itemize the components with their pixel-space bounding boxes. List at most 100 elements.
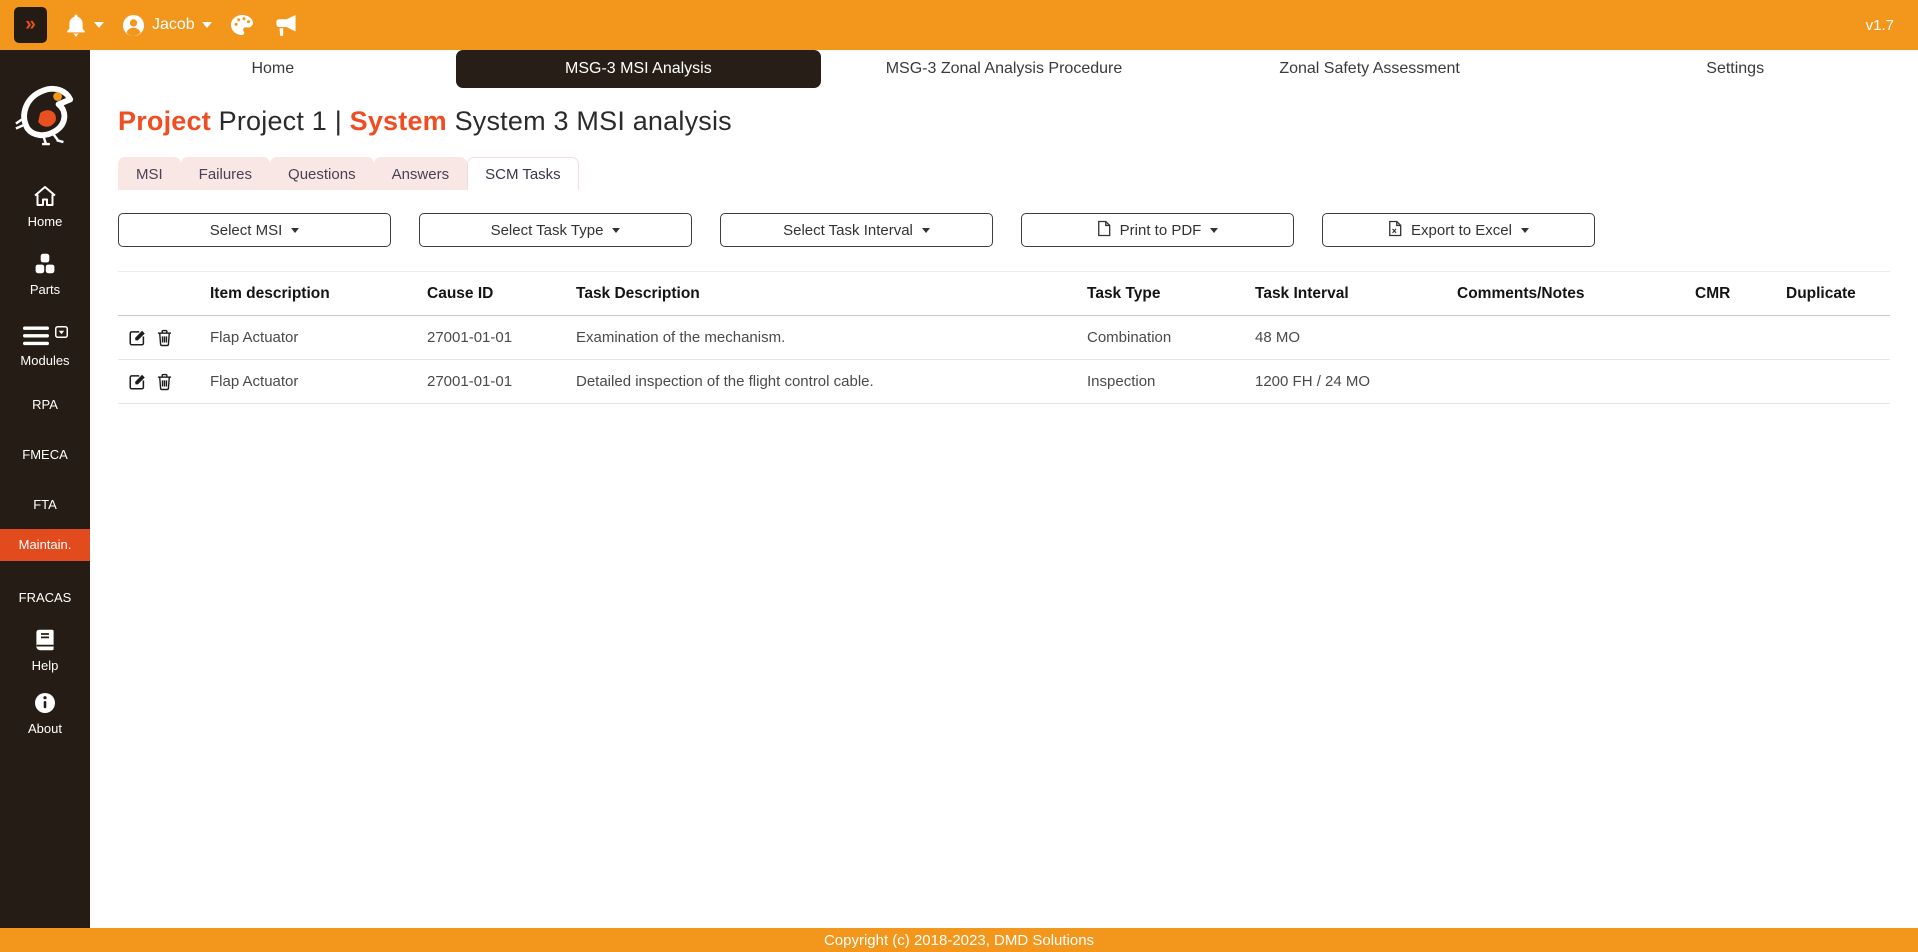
double-chevron-icon: » <box>25 14 36 36</box>
table-header-row: Item description Cause ID Task Descripti… <box>118 272 1890 316</box>
col-task-interval: Task Interval <box>1255 272 1457 316</box>
caret-down-icon <box>922 228 930 233</box>
button-label: Select MSI <box>210 222 283 239</box>
sidebar-item-modules[interactable]: Modules <box>0 326 90 368</box>
cell-cause-id: 27001-01-01 <box>427 316 576 360</box>
delete-row-button[interactable] <box>157 373 172 391</box>
pdf-file-icon <box>1097 220 1111 241</box>
tab-failures[interactable]: Failures <box>181 157 270 190</box>
user-circle-icon <box>122 14 145 37</box>
sidebar-item-label: FMECA <box>22 448 68 462</box>
top-navigation: Home MSG-3 MSI Analysis MSG-3 Zonal Anal… <box>90 50 1918 88</box>
sidebar-item-help[interactable]: Help <box>0 629 90 673</box>
cell-cmr <box>1695 316 1786 360</box>
col-duplicate: Duplicate <box>1786 272 1890 316</box>
sidebar-item-label: About <box>28 722 62 736</box>
cell-task-description: Examination of the mechanism. <box>576 316 1087 360</box>
cell-comments-notes <box>1457 316 1695 360</box>
col-cause-id: Cause ID <box>427 272 576 316</box>
sidebar-item-fta[interactable]: FTA <box>0 492 90 518</box>
project-label: Project <box>118 106 211 136</box>
cell-duplicate <box>1786 316 1890 360</box>
edit-row-button[interactable] <box>128 329 146 347</box>
caret-down-icon <box>1210 228 1218 233</box>
tab-scm-tasks[interactable]: SCM Tasks <box>467 157 579 190</box>
announcements-button[interactable] <box>272 14 298 37</box>
col-comments-notes: Comments/Notes <box>1457 272 1695 316</box>
bell-icon <box>65 13 87 38</box>
home-icon <box>33 185 57 210</box>
nav-tab-settings[interactable]: Settings <box>1552 50 1918 88</box>
bird-logo[interactable] <box>13 78 77 153</box>
sidebar: Home Parts Modules RPA FMECA FTA Maintai… <box>0 50 90 928</box>
sidebar-item-label: Modules <box>20 354 69 368</box>
tab-questions[interactable]: Questions <box>270 157 374 190</box>
sidebar-item-home[interactable]: Home <box>0 185 90 229</box>
cell-task-interval: 1200 FH / 24 MO <box>1255 360 1457 404</box>
sidebar-item-parts[interactable]: Parts <box>0 253 90 297</box>
col-task-type: Task Type <box>1087 272 1255 316</box>
sidebar-item-label: Home <box>28 215 63 229</box>
select-msi-dropdown[interactable]: Select MSI <box>118 213 391 247</box>
caret-down-icon <box>202 22 212 28</box>
actions-header <box>118 272 210 316</box>
sidebar-item-maintain-active[interactable]: Maintain. <box>0 529 90 561</box>
sidebar-item-fracas[interactable]: FRACAS <box>0 585 90 611</box>
tab-msi[interactable]: MSI <box>118 157 181 190</box>
cell-cmr <box>1695 360 1786 404</box>
parts-icon <box>33 253 57 278</box>
sidebar-item-label: Maintain. <box>19 538 72 552</box>
theme-button[interactable] <box>230 14 254 36</box>
sidebar-item-fmeca[interactable]: FMECA <box>0 442 90 468</box>
cell-task-interval: 48 MO <box>1255 316 1457 360</box>
user-menu[interactable]: Jacob <box>122 14 212 37</box>
sidebar-item-label: FTA <box>33 498 57 512</box>
content: Project Project 1 | System System 3 MSI … <box>90 88 1918 404</box>
page-title: Project Project 1 | System System 3 MSI … <box>118 106 1890 137</box>
sidebar-item-about[interactable]: About <box>0 692 90 736</box>
caret-down-icon <box>94 22 104 28</box>
nav-tab-home[interactable]: Home <box>90 50 456 88</box>
toolbar: Select MSI Select Task Type Select Task … <box>118 213 1890 247</box>
cell-task-type: Combination <box>1087 316 1255 360</box>
palette-icon <box>230 14 254 36</box>
edit-row-button[interactable] <box>128 373 146 391</box>
notifications-dropdown[interactable] <box>65 13 104 38</box>
app-version: v1.7 <box>1866 17 1894 34</box>
analysis-tabs: MSI Failures Questions Answers SCM Tasks <box>118 157 1890 190</box>
sidebar-item-rpa[interactable]: RPA <box>0 392 90 418</box>
nav-tab-msg3-zonal-analysis[interactable]: MSG-3 Zonal Analysis Procedure <box>821 50 1187 88</box>
col-task-description: Task Description <box>576 272 1087 316</box>
tab-answers[interactable]: Answers <box>374 157 468 190</box>
scm-tasks-table: Item description Cause ID Task Descripti… <box>118 271 1890 404</box>
sidebar-item-label: Help <box>32 659 59 673</box>
select-task-interval-dropdown[interactable]: Select Task Interval <box>720 213 993 247</box>
cell-item-description: Flap Actuator <box>210 360 427 404</box>
user-name: Jacob <box>152 16 195 34</box>
modules-popout-icon <box>55 326 68 341</box>
caret-down-icon <box>612 228 620 233</box>
sidebar-collapse-button[interactable]: » <box>14 7 47 43</box>
col-cmr: CMR <box>1695 272 1786 316</box>
megaphone-icon <box>272 14 298 37</box>
copyright-text: Copyright (c) 2018-2023, DMD Solutions <box>824 932 1094 949</box>
nav-tab-zonal-safety-assessment[interactable]: Zonal Safety Assessment <box>1187 50 1553 88</box>
cell-duplicate <box>1786 360 1890 404</box>
system-label: System <box>350 106 447 136</box>
sidebar-item-label: FRACAS <box>19 591 72 605</box>
button-label: Export to Excel <box>1411 222 1512 239</box>
table-row: Flap Actuator 27001-01-01 Detailed inspe… <box>118 360 1890 404</box>
caret-down-icon <box>291 228 299 233</box>
cell-task-description: Detailed inspection of the flight contro… <box>576 360 1087 404</box>
nav-tab-msg3-msi-analysis[interactable]: MSG-3 MSI Analysis <box>456 50 822 88</box>
select-task-type-dropdown[interactable]: Select Task Type <box>419 213 692 247</box>
footer: Copyright (c) 2018-2023, DMD Solutions <box>0 928 1918 952</box>
export-to-excel-button[interactable]: Export to Excel <box>1322 213 1595 247</box>
delete-row-button[interactable] <box>157 329 172 347</box>
cell-item-description: Flap Actuator <box>210 316 427 360</box>
modules-icon <box>23 326 49 349</box>
cell-comments-notes <box>1457 360 1695 404</box>
topbar: » Jacob v1.7 <box>0 0 1918 50</box>
print-to-pdf-button[interactable]: Print to PDF <box>1021 213 1294 247</box>
sidebar-item-label: RPA <box>32 398 58 412</box>
